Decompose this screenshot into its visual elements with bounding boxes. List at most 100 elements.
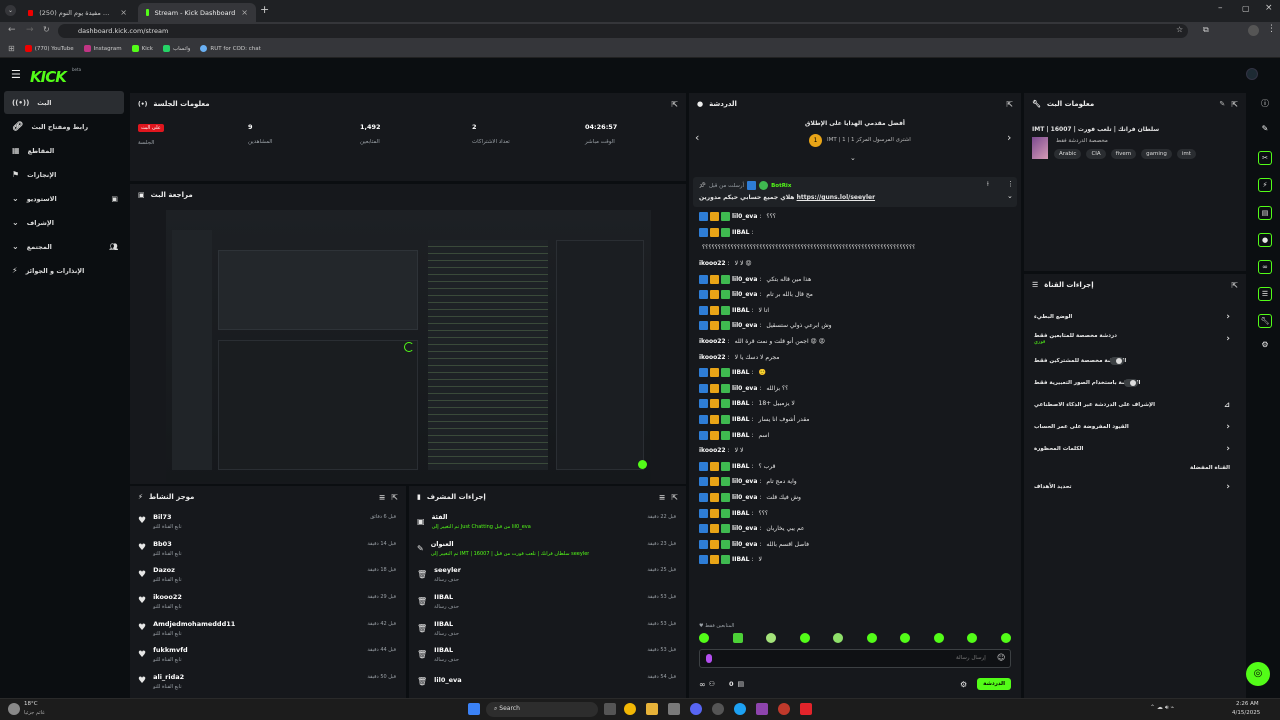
chat-username[interactable]: lil0_eva xyxy=(732,276,757,283)
emote-icon[interactable] xyxy=(967,633,978,643)
emote-icon[interactable] xyxy=(732,633,743,643)
chevron-left-icon[interactable]: ‹ xyxy=(695,131,699,144)
app-icon[interactable] xyxy=(778,703,790,715)
popout-icon[interactable]: ⇱ xyxy=(671,493,678,502)
file-explorer-icon[interactable] xyxy=(646,703,658,715)
chat-username[interactable]: lil0_eva xyxy=(732,213,757,220)
bookmark-instagram[interactable]: Instagram xyxy=(83,45,122,52)
sidebar-item-stream-key[interactable]: 🔗︎ رابط ومفتاح البث xyxy=(4,115,124,138)
chat-username[interactable]: lil0_eva xyxy=(732,322,757,329)
popout-icon[interactable]: ⇱ xyxy=(1231,100,1238,109)
bookmark-rut[interactable]: RUT for COD: chat xyxy=(200,45,261,52)
filter-icon[interactable]: ≡ xyxy=(659,493,666,502)
info-icon[interactable]: ⓘ xyxy=(1258,98,1272,112)
close-window-icon[interactable]: × xyxy=(1265,3,1273,13)
filter-icon[interactable]: ≡ xyxy=(379,493,386,502)
chat-username[interactable]: lil0_eva xyxy=(732,478,757,485)
emote-icon[interactable] xyxy=(866,633,877,643)
chat-username[interactable]: IIBAL xyxy=(732,369,750,376)
emote-icon[interactable] xyxy=(799,633,810,643)
chat-username[interactable]: IIBAL xyxy=(732,463,750,470)
chat-username[interactable]: lil0_eva xyxy=(732,525,757,532)
apps-icon[interactable]: ⊞ xyxy=(8,44,15,53)
emote-icon[interactable] xyxy=(900,633,911,643)
system-tray[interactable]: ⌃ ☁ 🔊︎ ⌁ xyxy=(1150,704,1174,712)
subscribers-only-toggle[interactable] xyxy=(1110,357,1125,365)
kick-logo[interactable]: KICK xyxy=(30,68,67,86)
users-list-icon[interactable]: ▤ xyxy=(737,680,744,688)
action-account-age[interactable]: القيود المفروضة على عمر الحساب › xyxy=(1024,416,1246,438)
emote-icon[interactable] xyxy=(1000,633,1011,643)
gear-icon[interactable]: ⚙ xyxy=(960,680,967,689)
back-icon[interactable]: ← xyxy=(8,25,16,35)
action-emotes-only[interactable]: الدردشة باستخدام الصور التعبيرية فقط xyxy=(1024,372,1246,394)
bolt-icon[interactable]: ⚡︎ xyxy=(1258,178,1272,193)
extensions-icon[interactable]: ⧉ xyxy=(1203,25,1209,35)
star-icon[interactable]: ☆ xyxy=(1176,25,1183,34)
chat-username[interactable]: ikooo22 xyxy=(699,338,726,345)
chat-username[interactable]: IIBAL xyxy=(732,556,750,563)
close-tab-icon[interactable]: × xyxy=(120,8,127,17)
chat-username[interactable]: IIBAL xyxy=(732,416,750,423)
discord-icon[interactable] xyxy=(690,703,702,715)
activity-user[interactable]: Bb03 xyxy=(153,540,182,548)
emote-icon[interactable] xyxy=(766,633,777,643)
tab-youtube[interactable]: (250) حاجات مفيدة يوم النوم | YouTube × xyxy=(20,3,135,22)
chat-username[interactable]: IIBAL xyxy=(732,510,750,517)
emote-icon[interactable] xyxy=(833,633,844,643)
action-goals[interactable]: تحديد الأهداف › xyxy=(1024,476,1246,498)
stream-category[interactable]: مخصصة الدردشة فقط xyxy=(1056,138,1108,144)
sidebar-item-clips[interactable]: ▦ المقاطع xyxy=(4,139,124,162)
clock-date[interactable]: 4/15/2025 xyxy=(1232,710,1260,716)
chevron-right-icon[interactable]: › xyxy=(1007,131,1011,144)
chat-username[interactable]: IIBAL xyxy=(732,432,750,439)
emote-icon[interactable] xyxy=(699,633,709,643)
weather-icon[interactable] xyxy=(8,703,20,715)
close-tab-icon[interactable]: × xyxy=(241,8,248,17)
emotes-only-toggle[interactable] xyxy=(1124,379,1139,387)
stream-preview-video[interactable] xyxy=(166,210,651,482)
activity-user[interactable]: ikooo22 xyxy=(153,593,182,601)
tab-list-button[interactable]: ⌄ xyxy=(5,5,16,16)
mod-action-name[interactable]: IIBAL xyxy=(434,620,459,628)
bookmark-whatsapp[interactable]: واتساب xyxy=(162,45,190,52)
search-box[interactable]: ⌕ Search xyxy=(486,702,598,717)
bookmark-kick[interactable]: Kick xyxy=(131,45,153,52)
edit-icon[interactable]: ✎ xyxy=(1219,100,1225,108)
chrome-icon[interactable] xyxy=(624,703,636,715)
send-chat-button[interactable]: الدردشة xyxy=(977,678,1011,690)
minimize-icon[interactable]: – xyxy=(1218,3,1223,13)
adobe-icon[interactable] xyxy=(800,703,812,715)
edit-icon[interactable]: ✎ xyxy=(1258,124,1272,138)
profile-avatar[interactable] xyxy=(1248,25,1259,36)
reload-icon[interactable]: ↻ xyxy=(43,25,50,34)
sidebar-item-studio[interactable]: ⌄ الاستوديو ▣ xyxy=(4,187,124,210)
start-icon[interactable] xyxy=(468,703,480,715)
new-tab-button[interactable]: + xyxy=(260,3,269,16)
action-favorite-channel[interactable]: القناة المفضلة xyxy=(1024,460,1246,476)
chat-input[interactable]: إرسال رسالة ☺ xyxy=(699,649,1011,668)
sidebar-item-achievements[interactable]: ⚑ الإنجازات xyxy=(4,163,124,186)
bookmark-youtube[interactable]: (770) YouTube xyxy=(24,45,74,52)
tab-kick-dashboard[interactable]: Stream - Kick Dashboard × xyxy=(138,3,256,22)
link-icon[interactable]: ∞ xyxy=(1258,259,1272,274)
chat-bubble-icon[interactable]: ● xyxy=(1258,232,1272,247)
action-followers-only[interactable]: دردشة مخصصة للمتابعين فقط فوري › xyxy=(1024,328,1246,350)
url-field[interactable]: dashboard.kick.com/stream xyxy=(58,24,1188,38)
unpin-icon[interactable]: ⍿ xyxy=(987,180,989,189)
settings-icon[interactable] xyxy=(712,703,724,715)
popout-icon[interactable]: ⇱ xyxy=(671,100,678,109)
chat-username[interactable]: IIBAL xyxy=(732,307,750,314)
sidebar-item-moderation[interactable]: ⌄ الإشراف xyxy=(4,211,124,234)
chat-username[interactable]: ikooo22 xyxy=(699,354,726,361)
chat-username[interactable]: lil0_eva xyxy=(732,385,757,392)
action-ai-moderation[interactable]: الإشراف على الدردشة عبر الذكاء الاصطناعي… xyxy=(1024,394,1246,416)
clip-icon[interactable]: ✂ xyxy=(1258,151,1272,166)
mod-action-name[interactable]: IIBAL xyxy=(434,593,459,601)
mod-action-name[interactable]: IIBAL xyxy=(434,646,459,654)
popout-icon[interactable]: ⇱ xyxy=(1231,281,1238,290)
list-icon[interactable]: ☰ xyxy=(1258,287,1272,302)
popout-icon[interactable]: ⇱ xyxy=(391,493,398,502)
task-view-icon[interactable] xyxy=(604,703,616,715)
link-icon[interactable]: ∞ xyxy=(699,680,706,689)
